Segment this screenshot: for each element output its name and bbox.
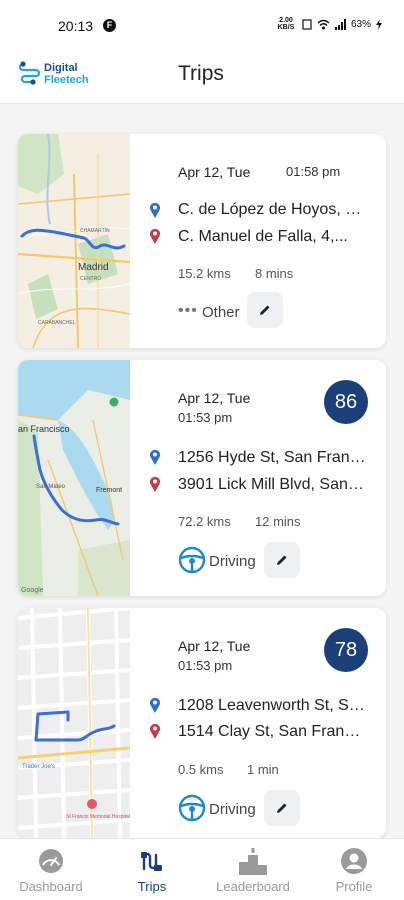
logo-route-icon (18, 61, 41, 85)
start-address: 1208 Leavenworth St, San Francisco (178, 697, 368, 714)
start-pin-icon (150, 449, 160, 465)
edit-category-button[interactable] (264, 542, 300, 578)
trip-time: 01:53 pm (178, 410, 233, 425)
status-bar: 20:13 F 2.00 KB/S 63% (0, 0, 404, 50)
nav-item-trips[interactable]: Trips (112, 839, 192, 900)
trip-map-thumbnail: an Francisco Fremont San Mateo Google (18, 360, 130, 596)
wifi-icon (317, 19, 330, 29)
map-label: Madrid (78, 262, 109, 273)
person-icon (341, 848, 367, 874)
notification-icon: F (103, 19, 116, 32)
trip-category: Other (202, 304, 240, 321)
trip-date: Apr 12, Tue (178, 390, 251, 406)
end-address: 3901 Lick Mill Blvd, Santa Clara (178, 476, 368, 493)
trip-duration: 12 mins (255, 514, 301, 529)
map-label: CARABANCHEL (38, 320, 76, 326)
logo-text: Digital Fleetech (44, 62, 89, 86)
route-icon (141, 852, 162, 871)
app-header: Digital Fleetech Trips (0, 50, 404, 104)
nav-item-profile[interactable]: Profile (318, 839, 390, 900)
pencil-icon (277, 803, 287, 813)
trip-card[interactable]: an Francisco Fremont San Mateo Google Ap… (18, 360, 386, 596)
app-logo[interactable]: Digital Fleetech (18, 56, 102, 94)
end-pin-icon (150, 723, 160, 739)
trip-card[interactable]: Trader Joe's St Francis Memorial Hospita… (18, 608, 386, 838)
pencil-icon (277, 555, 287, 565)
battery-level: 63% (350, 18, 371, 30)
map-label: Fremont (96, 487, 122, 494)
dots-icon: ••• (178, 302, 198, 319)
edit-category-button[interactable] (247, 292, 283, 328)
nav-label: Profile (335, 879, 373, 894)
start-address: C. de López de Hoyos, 4,... (178, 201, 368, 218)
trip-duration: 1 min (247, 762, 279, 777)
steering-wheel-icon (178, 546, 206, 574)
nav-item-dashboard[interactable]: Dashboard (6, 839, 96, 900)
trip-distance: 0.5 kms (178, 762, 224, 777)
nav-label: Dashboard (19, 879, 83, 894)
start-address: 1256 Hyde St, San Francisco (178, 449, 368, 466)
bottom-navigation: Dashboard Trips Leaderboard Profile (0, 838, 404, 900)
trip-category: Driving (209, 553, 256, 570)
end-pin-icon (150, 228, 160, 244)
map-label: San Mateo (36, 484, 66, 490)
trip-score-badge: 86 (324, 380, 368, 424)
page-title: Trips (178, 62, 224, 85)
nav-label: Trips (137, 879, 167, 894)
gauge-icon (39, 849, 63, 873)
trip-map-thumbnail: Madrid CENTRO CHAMARTÍN CARABANCHEL (18, 134, 130, 348)
map-label: CENTRO (80, 276, 101, 282)
trip-category: Driving (209, 801, 256, 818)
map-label: St Francis Memorial Hospital (66, 814, 130, 820)
trip-score-badge: 78 (324, 628, 368, 672)
trip-duration: 8 mins (255, 266, 294, 281)
data-speed: 2.00 KB/S (277, 17, 295, 31)
logo-line-1: Digital (44, 62, 78, 74)
nav-label: Leaderboard (216, 879, 290, 894)
start-pin-icon (150, 697, 160, 713)
trip-distance: 72.2 kms (178, 514, 231, 529)
signal-icon (334, 18, 346, 30)
trip-card[interactable]: Madrid CENTRO CHAMARTÍN CARABANCHEL Apr … (18, 134, 386, 348)
nav-item-leaderboard[interactable]: Leaderboard (207, 839, 299, 900)
end-address: 1514 Clay St, San Francisco (178, 723, 368, 740)
pencil-icon (260, 305, 270, 315)
trip-time: 01:58 pm (286, 164, 341, 179)
trip-date: Apr 12, Tue (178, 638, 251, 654)
map-label: CHAMARTÍN (80, 227, 110, 234)
start-pin-icon (150, 202, 160, 218)
trip-map-thumbnail: Trader Joe's St Francis Memorial Hospita… (18, 608, 130, 838)
trip-time: 01:53 pm (178, 658, 233, 673)
trip-date: Apr 12, Tue (178, 164, 251, 180)
steering-wheel-icon (178, 794, 206, 822)
map-label: Trader Joe's (22, 764, 55, 770)
edit-category-button[interactable] (264, 790, 300, 826)
end-address: C. Manuel de Falla, 4,... (178, 228, 348, 245)
volte-icon (302, 18, 312, 30)
status-time: 20:13 (58, 18, 94, 34)
podium-icon (239, 848, 267, 875)
trip-distance: 15.2 kms (178, 266, 231, 281)
logo-line-2: Fleetech (44, 74, 89, 86)
map-label: Google (21, 587, 44, 594)
end-pin-icon (150, 476, 160, 492)
map-label: an Francisco (18, 424, 70, 434)
status-icons: 2.00 KB/S 63% (275, 17, 382, 31)
battery-charging-icon (376, 18, 382, 30)
